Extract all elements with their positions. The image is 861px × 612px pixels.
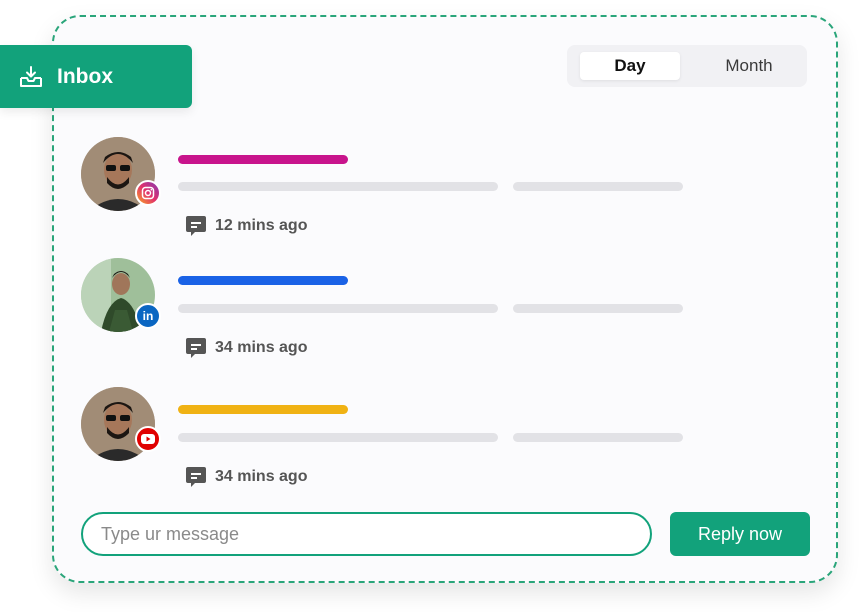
message-preview-placeholder xyxy=(178,304,498,313)
message-time: 34 mins ago xyxy=(215,339,308,356)
sender-name-placeholder xyxy=(178,155,348,164)
chat-bubble-icon xyxy=(186,467,206,487)
message-preview-placeholder xyxy=(513,433,683,442)
reply-now-button[interactable]: Reply now xyxy=(670,512,810,556)
message-time: 34 mins ago xyxy=(215,468,308,485)
message-input[interactable] xyxy=(81,512,652,556)
sender-name-placeholder xyxy=(178,276,348,285)
chat-bubble-icon xyxy=(186,216,206,236)
youtube-icon xyxy=(135,426,161,452)
message-preview-placeholder xyxy=(513,182,683,191)
message-time: 12 mins ago xyxy=(215,217,308,234)
message-item[interactable]: 34 mins ago xyxy=(0,0,861,487)
message-preview-placeholder xyxy=(513,304,683,313)
chat-bubble-icon xyxy=(186,338,206,358)
message-preview-placeholder xyxy=(178,433,498,442)
message-preview-placeholder xyxy=(178,182,498,191)
sender-name-placeholder xyxy=(178,405,348,414)
instagram-icon xyxy=(135,180,161,206)
linkedin-icon: in xyxy=(135,303,161,329)
